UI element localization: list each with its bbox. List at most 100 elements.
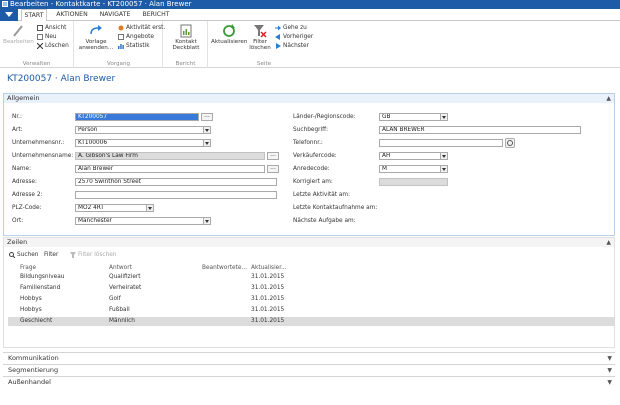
suchbegriff-field[interactable]: ALAN BREWER bbox=[379, 126, 581, 134]
label-suchbegriff: Suchbegriff: bbox=[293, 127, 329, 133]
goto-button[interactable]: Gehe zu bbox=[275, 24, 307, 32]
column-header-aktualisiert[interactable]: Aktualisier... bbox=[251, 265, 287, 271]
label-adresse-2: Adresse 2: bbox=[12, 192, 43, 198]
chevron-down-icon: ▼ bbox=[607, 367, 612, 374]
clear-filter-icon bbox=[70, 252, 76, 258]
section-zeilen-header[interactable]: Zeilen ▲ bbox=[4, 238, 614, 247]
label-name: Name: bbox=[12, 166, 32, 172]
adresse-field[interactable]: 2570 Swinthon Street bbox=[75, 178, 277, 186]
label-art: Art: bbox=[12, 127, 23, 133]
chevron-down-icon: ▼ bbox=[607, 355, 612, 362]
quotes-button[interactable]: Angebote bbox=[118, 33, 154, 41]
chevron-down-icon[interactable] bbox=[440, 114, 447, 120]
clear-filter-button[interactable]: Filter löschen bbox=[247, 24, 273, 52]
next-button[interactable]: Nächster bbox=[275, 42, 309, 50]
report-icon bbox=[179, 24, 193, 38]
chevron-down-icon[interactable] bbox=[146, 205, 153, 211]
anredecode-select[interactable]: M bbox=[379, 165, 448, 173]
group-label-vorgang: Vorgang bbox=[106, 61, 131, 67]
ribbon: Bearbeiten Ansicht Neu Löschen Verwalten… bbox=[0, 21, 620, 68]
group-seite: Aktualisieren Filter löschen Gehe zu Vor… bbox=[209, 21, 319, 68]
group-vorgang: Vorlage anwenden... Aktivität erst. Ange… bbox=[75, 21, 165, 68]
section-allgemein: Allgemein ▲ Nr.: KT200057 ... Art: Perso… bbox=[3, 93, 615, 236]
name-field[interactable]: Alan Brewer bbox=[75, 165, 265, 173]
chevron-down-icon[interactable] bbox=[203, 140, 210, 146]
nr-lookup-button[interactable]: ... bbox=[201, 113, 213, 121]
chevron-down-icon[interactable] bbox=[440, 153, 447, 159]
clear-filter-icon bbox=[253, 24, 267, 38]
label-anredecode: Anredecode: bbox=[293, 166, 330, 172]
group-verwalten: Bearbeiten Ansicht Neu Löschen Verwalten bbox=[0, 21, 74, 68]
apply-template-button[interactable]: Vorlage anwenden... bbox=[77, 24, 115, 52]
column-header-frage[interactable]: Frage bbox=[20, 265, 36, 271]
template-arrow-icon bbox=[89, 24, 103, 38]
label-unternehmensnr: Unternehmensnr.: bbox=[12, 140, 65, 146]
phone-icon[interactable] bbox=[505, 138, 515, 148]
table-row[interactable]: Familienstand Verheiratet 31.01.2015 bbox=[8, 284, 615, 293]
table-row[interactable]: Geschlecht Männlich 31.01.2015 bbox=[8, 317, 615, 326]
tab-navigate[interactable]: NAVIGATE bbox=[98, 9, 132, 21]
window-title-bar: Bearbeiten - Kontaktkarte - KT200057 · A… bbox=[0, 0, 620, 9]
name-lookup-button[interactable]: ... bbox=[267, 165, 279, 173]
refresh-button[interactable]: Aktualisieren bbox=[211, 24, 247, 45]
refresh-icon bbox=[222, 24, 236, 38]
unternehmensname-lookup-button[interactable]: ... bbox=[267, 152, 279, 160]
label-plz-code: PLZ-Code: bbox=[12, 205, 42, 211]
section-aussenhandel[interactable]: Außenhandel ▼ bbox=[3, 376, 615, 387]
telefonnr-field[interactable] bbox=[379, 139, 503, 147]
new-button[interactable]: Neu bbox=[37, 33, 57, 41]
art-select[interactable]: Person bbox=[75, 126, 211, 134]
clear-filter-list-button[interactable]: Filter löschen bbox=[70, 251, 116, 259]
search-icon bbox=[9, 252, 16, 259]
unternehmensnr-select[interactable]: KT100006 bbox=[75, 139, 211, 147]
column-header-beantwortet[interactable]: Beantwortete... bbox=[202, 265, 247, 271]
tab-bericht[interactable]: BERICHT bbox=[140, 9, 172, 21]
adresse-2-field[interactable] bbox=[75, 191, 277, 199]
tab-aktionen[interactable]: AKTIONEN bbox=[53, 9, 91, 21]
statistics-button[interactable]: Statistik bbox=[118, 42, 150, 50]
view-icon bbox=[37, 25, 43, 31]
label-korrigiert-am: Korrigiert am: bbox=[293, 179, 333, 185]
group-label-bericht: Bericht bbox=[175, 61, 196, 67]
chevron-down-icon: ▼ bbox=[607, 379, 612, 386]
ort-select[interactable]: Manchester bbox=[75, 217, 211, 225]
group-label-verwalten: Verwalten bbox=[22, 61, 51, 67]
table-row[interactable]: Bildungsniveau Qualifiziert 31.01.2015 bbox=[8, 273, 615, 282]
contact-cover-sheet-button[interactable]: Kontakt Deckblatt bbox=[168, 24, 204, 52]
filter-button[interactable]: Filter bbox=[44, 251, 58, 259]
create-activity-button[interactable]: Aktivität erst. bbox=[118, 24, 165, 32]
label-adresse: Adresse: bbox=[12, 179, 37, 185]
delete-button[interactable]: Löschen bbox=[36, 42, 69, 50]
table-row[interactable]: Hobbys Golf 31.01.2015 bbox=[8, 295, 615, 304]
laender-regionscode-select[interactable]: GB bbox=[379, 113, 448, 121]
column-header-antwort[interactable]: Antwort bbox=[109, 265, 132, 271]
chevron-down-icon[interactable] bbox=[203, 218, 210, 224]
view-button[interactable]: Ansicht bbox=[37, 24, 66, 32]
nr-field[interactable]: KT200057 bbox=[75, 113, 199, 121]
previous-arrow-icon bbox=[275, 34, 281, 40]
app-icon bbox=[2, 1, 8, 7]
section-allgemein-header[interactable]: Allgemein ▲ bbox=[4, 94, 614, 103]
search-button[interactable]: Suchen bbox=[9, 251, 38, 259]
previous-button[interactable]: Vorheriger bbox=[275, 33, 313, 41]
label-telefonnr: Telefonnr.: bbox=[293, 140, 323, 146]
edit-button[interactable]: Bearbeiten bbox=[3, 24, 34, 45]
label-naechste-aufgabe: Nächste Aufgabe am: bbox=[293, 218, 356, 224]
file-menu-button[interactable] bbox=[0, 9, 18, 21]
table-row[interactable]: Hobbys Fußball 31.01.2015 bbox=[8, 306, 615, 315]
chevron-down-icon[interactable] bbox=[203, 127, 210, 133]
chevron-down-icon bbox=[5, 12, 13, 17]
chevron-down-icon[interactable] bbox=[440, 166, 447, 172]
chevron-up-icon: ▲ bbox=[606, 95, 611, 102]
page-title: KT200057 · Alan Brewer bbox=[7, 74, 116, 84]
verkaeufercode-select[interactable]: AH bbox=[379, 152, 448, 160]
section-zeilen: Zeilen ▲ Suchen Filter Filter löschen Fr… bbox=[3, 237, 615, 348]
chevron-up-icon: ▲ bbox=[606, 239, 611, 246]
label-ort: Ort: bbox=[12, 218, 24, 224]
plz-code-select[interactable]: MO2 4RT bbox=[75, 204, 154, 212]
section-segmentierung[interactable]: Segmentierung ▼ bbox=[3, 364, 615, 375]
activity-icon bbox=[118, 25, 124, 31]
group-label-seite: Seite bbox=[256, 61, 272, 67]
section-kommunikation[interactable]: Kommunikation ▼ bbox=[3, 352, 615, 363]
unternehmensname-field[interactable]: A. Gibson's Law Firm bbox=[75, 152, 265, 160]
